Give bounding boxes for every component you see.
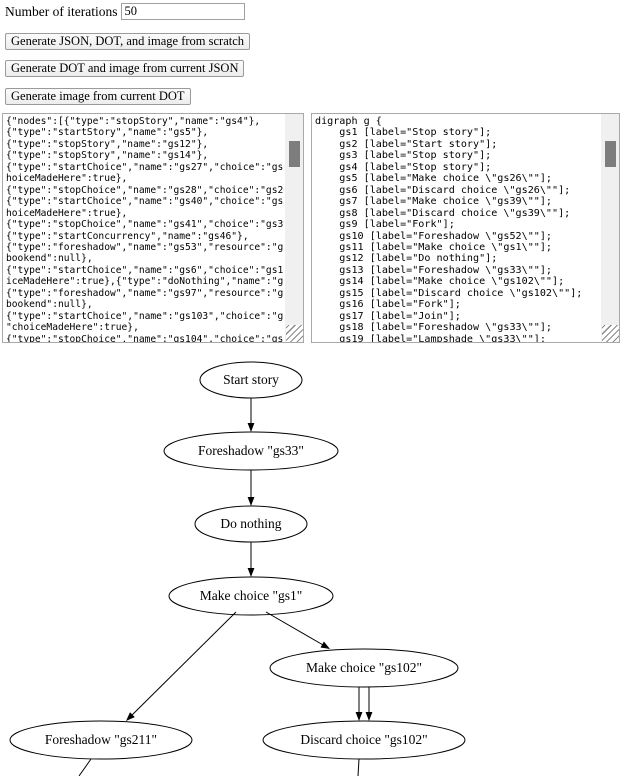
edge-arrowhead [320,641,330,649]
node-label: Discard choice "gs102" [300,732,427,747]
json-resize-handle[interactable] [286,325,303,342]
graph-node: Foreshadow "gs211" [9,720,193,760]
generate-dot-from-json-button[interactable]: Generate DOT and image from current JSON [5,60,245,77]
json-scrollbar[interactable] [285,114,303,342]
graph-image: Start story Foreshadow "gs33" Do nothing Ma… [0,347,630,776]
node-label: Make choice "gs1" [200,588,303,603]
graph-svg: Start story Foreshadow "gs33" Do nothing Ma… [9,361,466,776]
dot-resize-handle[interactable] [602,325,619,342]
json-scrollbar-thumb[interactable] [289,141,300,167]
edge-arrowhead [247,497,255,506]
edge-arrowhead [247,568,255,577]
graph-nodes: Start story Foreshadow "gs33" Do nothing Ma… [9,361,466,760]
edge-arrowhead [355,712,363,721]
graph-node: Make choice "gs1" [168,576,334,616]
graph-edge [265,611,324,646]
graph-edge [131,611,237,716]
graph-node: Foreshadow "gs33" [163,431,339,471]
edge-arrowhead [247,423,255,432]
graph-edge [357,758,360,776]
graph-node: Discard choice "gs102" [262,720,466,760]
json-textarea-container[interactable]: {"nodes":[{"type":"stopStory","name":"gs… [2,113,304,343]
json-textarea[interactable]: {"nodes":[{"type":"stopStory","name":"gs… [3,114,284,342]
edge-arrowhead [365,712,373,721]
generate-from-scratch-button[interactable]: Generate JSON, DOT, and image from scrat… [5,33,251,50]
node-label: Foreshadow "gs33" [198,443,304,458]
graph-node: Start story [199,361,303,399]
generate-image-from-dot-button[interactable]: Generate image from current DOT [5,88,191,105]
controls-panel: Number of iterations Generate JSON, DOT,… [0,0,630,110]
dot-textarea[interactable]: digraph g { gs1 [label="Stop story"]; gs… [312,114,600,342]
node-label: Start story [223,372,279,387]
node-label: Make choice "gs102" [306,660,422,675]
graph-node: Do nothing [194,505,308,543]
node-label: Foreshadow "gs211" [45,732,157,747]
node-label: Do nothing [220,516,281,531]
iterations-input[interactable] [121,3,246,20]
iterations-row: Number of iterations [5,3,246,20]
iterations-label: Number of iterations [5,3,118,19]
dot-scrollbar[interactable] [601,114,619,342]
graph-edge [78,758,92,776]
graph-node: Make choice "gs102" [269,648,459,688]
dot-scrollbar-thumb[interactable] [605,141,616,167]
dot-textarea-container[interactable]: digraph g { gs1 [label="Stop story"]; gs… [311,113,620,343]
